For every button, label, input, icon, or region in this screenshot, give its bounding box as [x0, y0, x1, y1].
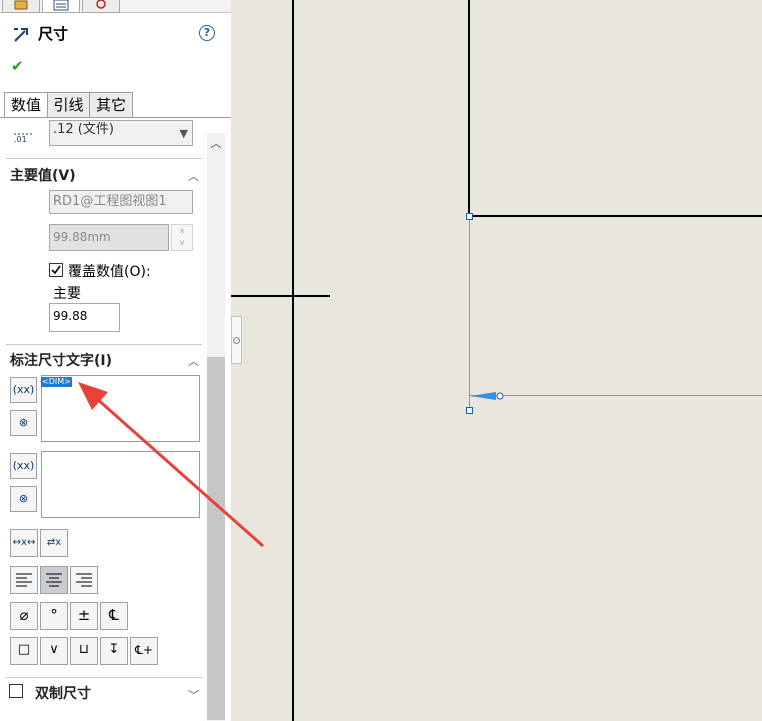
drag-handle[interactable]	[466, 213, 473, 220]
primary-label: 主要	[53, 286, 81, 302]
property-tab-feature-manager[interactable]	[2, 0, 40, 13]
center-text-icon[interactable]: ↔x↔	[10, 529, 38, 557]
offset-text-icon[interactable]: ⇄x	[40, 529, 68, 557]
panel-splitter-handle[interactable]	[231, 316, 242, 364]
dim-tolerance-icon[interactable]: ⊗	[10, 410, 37, 436]
scroll-up-arrow-icon[interactable]: ︿	[207, 133, 225, 155]
align-right-icon[interactable]	[70, 566, 98, 594]
align-left-icon[interactable]	[10, 566, 38, 594]
tab-value[interactable]: 数值	[4, 92, 48, 118]
help-icon[interactable]: ?	[199, 25, 215, 41]
property-tab-config-manager[interactable]	[82, 0, 120, 13]
svg-text:.01: .01	[14, 135, 27, 144]
dim-insert-token[interactable]: <DIM>	[41, 377, 72, 387]
selected-dimension-line[interactable]	[469, 395, 762, 396]
selected-extension-line[interactable]	[469, 217, 470, 410]
drag-handle[interactable]	[466, 407, 473, 414]
align-center-icon[interactable]	[40, 566, 68, 594]
drawing-line-vertical	[468, 0, 470, 217]
depth-symbol-button[interactable]: ↧	[100, 637, 128, 665]
precision-dropdown[interactable]: .12 (文件) ▼	[49, 120, 193, 146]
ok-check-icon[interactable]: ✔	[11, 57, 24, 75]
dual-dimension-label[interactable]: 双制尺寸	[35, 683, 91, 703]
separator	[6, 677, 202, 678]
drawing-line-horizontal	[468, 215, 762, 217]
drawing-line-horizontal	[231, 295, 330, 297]
dim-variable-icon[interactable]: (xx)	[10, 377, 37, 403]
override-value-label[interactable]: 覆盖数值(O):	[68, 261, 151, 281]
dimension-tool-icon	[11, 24, 33, 48]
dimension-reference-field[interactable]: RD1@工程图视图1	[49, 190, 193, 214]
override-value-input[interactable]: 99.88	[49, 303, 120, 332]
dimension-arrow-icon	[470, 392, 504, 400]
plus-minus-symbol-button[interactable]: ±	[70, 602, 98, 630]
chevron-up-icon[interactable]: ︿	[188, 353, 199, 369]
property-manager-panel: 尺寸 ? ✔ 数值 引线 其它 .01 .12 (文件) ▼ 主要值(V) ︿ …	[0, 0, 232, 721]
chevron-down-icon: ▼	[179, 127, 188, 140]
dim-tolerance-icon[interactable]: ⊗	[10, 486, 37, 512]
separator	[6, 344, 202, 345]
primary-value-field[interactable]: 99.88mm	[49, 224, 169, 251]
counterbore-symbol-button[interactable]: ⊔	[70, 637, 98, 665]
more-symbols-button[interactable]: ℄+	[130, 637, 158, 665]
drawing-line-vertical	[292, 0, 294, 721]
chevron-up-icon[interactable]: ︿	[188, 168, 199, 184]
dim-variable-icon[interactable]: (xx)	[10, 453, 37, 479]
countersink-symbol-button[interactable]: ∨	[40, 637, 68, 665]
precision-icon: .01	[14, 130, 36, 149]
centerline-symbol-button[interactable]: ℄	[100, 602, 128, 630]
chevron-down-icon[interactable]: ﹀	[188, 687, 199, 703]
diameter-symbol-button[interactable]: ⌀	[10, 602, 38, 630]
override-checkbox[interactable]	[49, 263, 63, 277]
tab-other[interactable]: 其它	[89, 92, 133, 118]
panel-title: 尺寸	[38, 25, 69, 43]
dual-dimension-checkbox[interactable]	[9, 684, 23, 698]
primary-value-header[interactable]: 主要值(V)	[10, 165, 76, 185]
degree-symbol-button[interactable]: °	[40, 602, 68, 630]
annotation-arrow	[78, 382, 264, 548]
tab-leader[interactable]: 引线	[47, 92, 90, 118]
precision-dropdown-value: .12 (文件)	[53, 122, 114, 137]
value-spinner[interactable]: ∧ ∨	[171, 224, 193, 251]
property-tab-property-manager[interactable]	[42, 0, 80, 13]
drawing-canvas[interactable]	[231, 0, 762, 721]
dimension-text-header[interactable]: 标注尺寸文字(I)	[10, 350, 112, 370]
separator	[6, 158, 202, 159]
square-symbol-button[interactable]: □	[10, 637, 38, 665]
